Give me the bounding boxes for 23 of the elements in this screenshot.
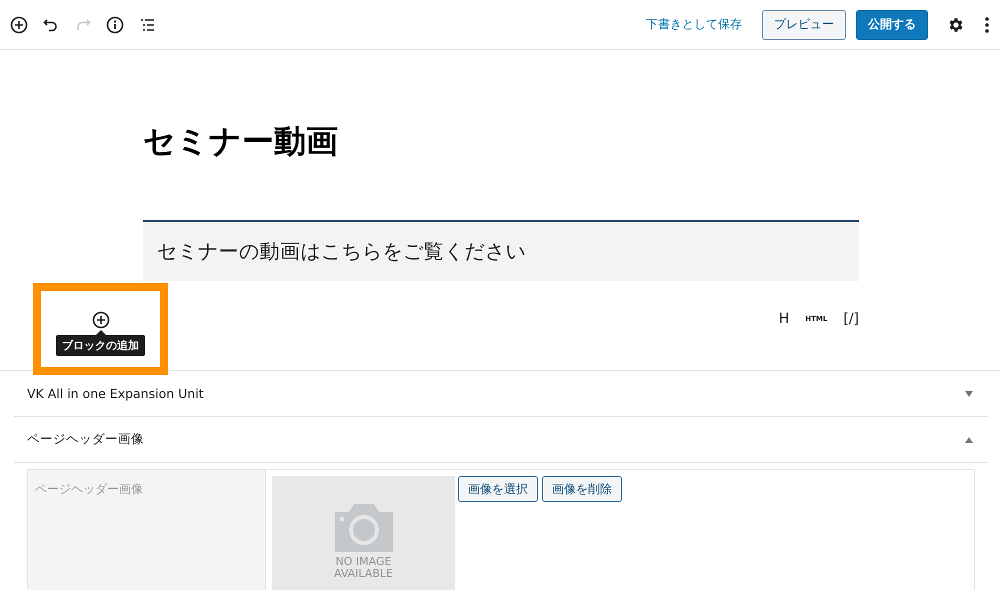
image-button[interactable]: 画像を削除: [542, 476, 622, 502]
info-icon[interactable]: [105, 14, 125, 34]
preview-button[interactable]: プレビュー: [762, 10, 846, 40]
save-draft-link[interactable]: 下書きとして保存: [646, 16, 742, 33]
panel-header[interactable]: ページヘッダー画像: [14, 417, 988, 463]
panel-title: VK All in one Expansion Unit: [27, 386, 204, 401]
heading-block[interactable]: セミナーの動画はこちらをご覧ください: [143, 220, 859, 281]
add-block-icon[interactable]: [92, 311, 110, 329]
tooltip-arrow: [96, 330, 106, 335]
add-icon[interactable]: [9, 14, 29, 34]
panel-title: ページヘッダー画像: [27, 431, 144, 448]
camera-icon: [332, 502, 394, 552]
format-button[interactable]: [/]: [843, 311, 859, 327]
publish-button[interactable]: 公開する: [856, 10, 928, 40]
post-title[interactable]: セミナー動画: [143, 120, 859, 170]
placeholder-text: AVAILABLE: [334, 568, 393, 580]
field-label: ページヘッダー画像: [35, 482, 143, 496]
image-button[interactable]: 画像を選択: [458, 476, 538, 502]
panel-header[interactable]: VK All in one Expansion Unit: [14, 371, 988, 417]
more-options-icon[interactable]: [982, 14, 992, 34]
placeholder-text: NO IMAGE: [336, 556, 392, 568]
format-button[interactable]: H: [778, 311, 790, 327]
tooltip: ブロックの追加: [56, 335, 145, 356]
